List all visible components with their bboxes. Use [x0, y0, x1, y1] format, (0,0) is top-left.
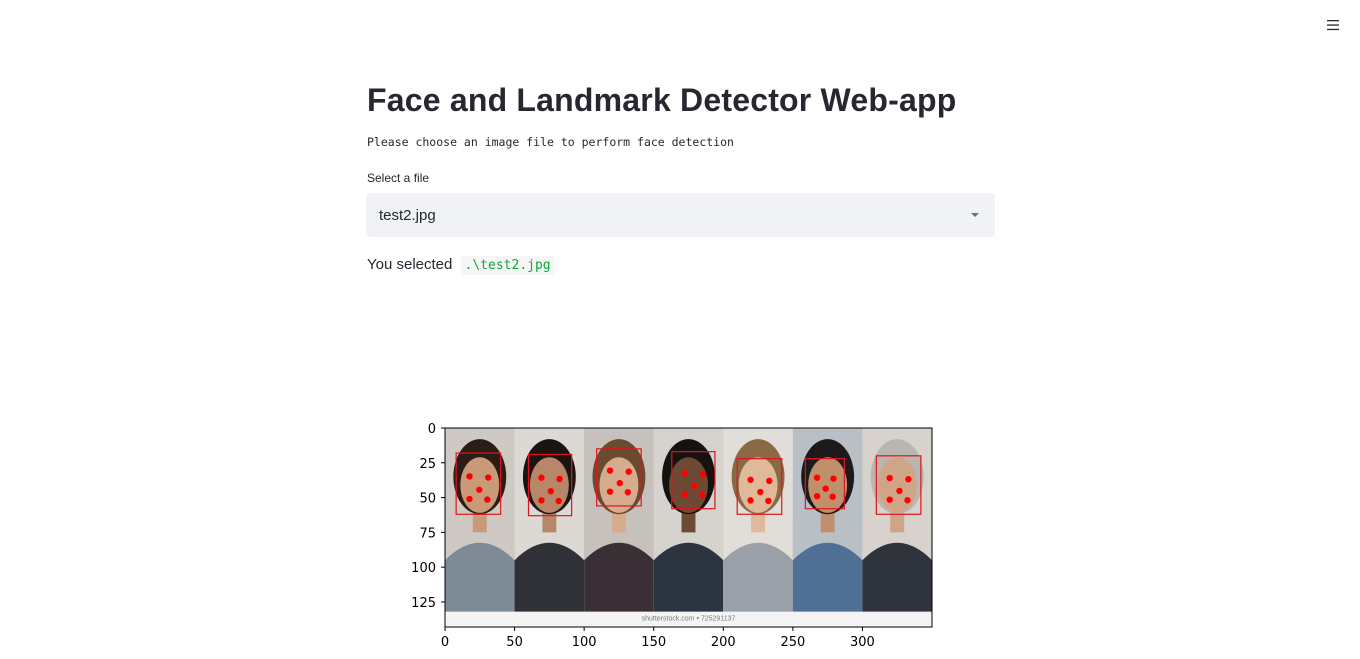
landmark-point [747, 476, 754, 483]
landmark-point [813, 474, 821, 481]
landmark-point [547, 487, 555, 495]
chevron-down-icon [971, 213, 979, 217]
landmark-point [698, 491, 706, 499]
face-shape [460, 457, 500, 513]
y-tick-label: 50 [419, 492, 436, 507]
x-tick-label: 150 [641, 635, 666, 650]
selection-prefix: You selected [367, 256, 453, 273]
x-tick-label: 250 [780, 635, 805, 650]
landmark-point [484, 474, 492, 481]
landmark-point [886, 496, 893, 503]
landmark-point [624, 489, 632, 496]
x-tick-label: 100 [572, 635, 597, 650]
landmark-point [829, 493, 836, 500]
x-tick-label: 200 [711, 635, 736, 650]
landmark-point [813, 492, 821, 500]
landmark-point [556, 475, 563, 483]
landmark-point [757, 488, 764, 496]
landmark-point [476, 486, 483, 493]
landmark-point [625, 468, 632, 475]
landmark-point [747, 497, 754, 504]
select-file-label: Select a file [367, 171, 430, 185]
portrait-panel [792, 428, 863, 612]
detection-plot: shutterstock.com • 725291137 0 50 100 150 20… [411, 422, 933, 650]
landmark-point [691, 482, 698, 490]
landmark-point [904, 497, 911, 504]
portrait-panel [514, 428, 585, 612]
portrait-panel [445, 428, 515, 612]
selection-message: You selected .\test2.jpg [367, 256, 555, 275]
face-shape [877, 457, 917, 513]
page-subtitle: Please choose an image file to perform f… [367, 135, 734, 149]
landmark-point [466, 495, 473, 503]
landmark-point [886, 474, 893, 482]
body-shape [445, 542, 515, 612]
landmark-point [905, 476, 912, 483]
face-shape [529, 457, 569, 513]
landmark-point [466, 473, 473, 480]
face-shape [669, 457, 708, 513]
x-tick-label: 300 [850, 635, 875, 650]
y-tick-label: 25 [419, 457, 436, 472]
x-tick-label: 50 [506, 635, 523, 650]
landmark-point [766, 477, 773, 485]
y-tick-label: 125 [411, 596, 436, 611]
hamburger-icon [1327, 20, 1339, 31]
landmark-point [606, 488, 614, 495]
landmark-point [606, 467, 614, 474]
landmark-point [484, 496, 491, 503]
hamburger-menu-button[interactable] [1322, 14, 1344, 36]
portrait-panel [723, 428, 793, 612]
page-title: Face and Landmark Detector Web-app [367, 82, 957, 118]
landmark-point [822, 485, 829, 492]
detection-image: shutterstock.com • 725291137 [445, 428, 932, 627]
body-shape [653, 542, 724, 612]
landmark-point [616, 479, 624, 487]
landmark-point [765, 497, 772, 505]
file-select-value: test2.jpg [379, 207, 436, 224]
body-shape [862, 542, 932, 612]
y-tick-label: 0 [428, 422, 436, 437]
x-tick-label: 0 [441, 635, 449, 650]
landmark-point [538, 497, 545, 504]
landmark-point [681, 491, 688, 498]
body-shape [723, 542, 793, 612]
landmark-point [681, 470, 688, 477]
detection-figure: shutterstock.com • 725291137 0 50 100 150 20… [400, 412, 960, 654]
landmark-point [896, 487, 903, 495]
selection-path: .\test2.jpg [460, 256, 555, 275]
body-shape [514, 542, 585, 612]
body-shape [792, 542, 863, 612]
portrait-panel [584, 428, 654, 612]
landmark-point [555, 497, 562, 505]
portrait-panel [653, 428, 724, 612]
face-shape [738, 457, 778, 513]
face-shape [808, 457, 848, 513]
landmark-point [830, 475, 837, 482]
y-tick-label: 100 [411, 561, 436, 576]
image-caption: shutterstock.com • 725291137 [642, 616, 736, 623]
body-shape [584, 542, 654, 612]
landmark-point [538, 474, 545, 481]
y-tick-label: 75 [419, 526, 436, 541]
landmark-point [699, 471, 707, 478]
file-select[interactable]: test2.jpg [366, 193, 995, 237]
